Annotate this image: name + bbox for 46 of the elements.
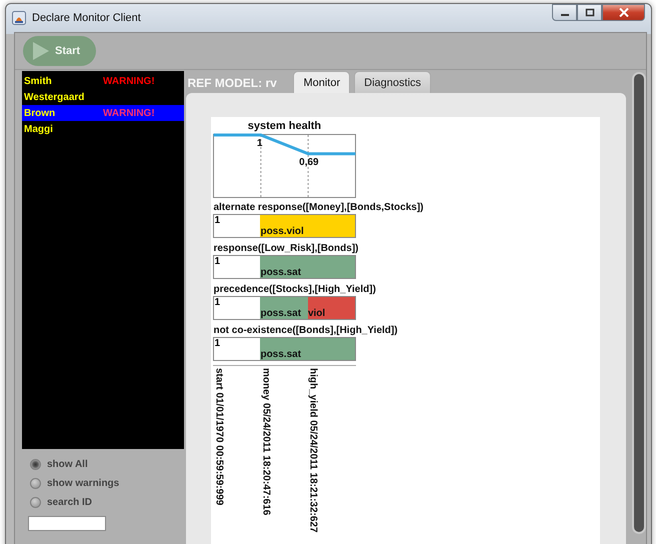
constraint-name: alternate response([Money],[Bonds,Stocks]) <box>213 201 425 214</box>
tab[interactable]: Monitor <box>293 71 350 93</box>
state-label: poss.sat <box>260 349 302 360</box>
search-field[interactable] <box>28 516 106 531</box>
client-row[interactable]: Maggi <box>22 121 184 137</box>
maximize-icon <box>584 8 594 17</box>
close-icon <box>618 8 628 17</box>
client-name: Maggi <box>24 124 54 134</box>
event-label: money 05/24/2011 18:20:47:616 <box>260 368 272 516</box>
state-label: poss.sat <box>260 267 302 278</box>
event-label: high_yield 05/24/2011 18:21:32:627 <box>307 368 318 533</box>
radio-label: show All <box>47 458 88 470</box>
client-name: Westergaard <box>24 92 86 102</box>
play-icon <box>33 42 49 60</box>
radio-label: show warnings <box>47 478 120 488</box>
radio-button[interactable] <box>30 458 41 470</box>
grid-line <box>308 134 310 198</box>
state-label: viol <box>308 308 326 319</box>
client-name: Brown <box>24 108 56 118</box>
minimize-button[interactable] <box>552 4 577 21</box>
tab[interactable]: Diagnostics <box>354 71 432 93</box>
ref-model-label: REF MODEL: rv <box>186 76 278 90</box>
chart-title: system health <box>246 120 322 133</box>
client-row[interactable]: Brown WARNING! <box>22 105 184 121</box>
close-button[interactable] <box>602 4 645 21</box>
scrollbar[interactable] <box>632 72 646 534</box>
warning-label: WARNING! <box>103 108 155 118</box>
radio-label: search ID <box>47 496 92 508</box>
value-label: 0,69 <box>300 156 320 168</box>
maximize-button[interactable] <box>577 4 602 21</box>
event-label: start 01/01/1970 00:59:59:999 <box>213 368 224 506</box>
client-row[interactable]: Westergaard <box>22 89 184 105</box>
radio-button[interactable] <box>30 496 41 508</box>
state-label: poss.sat <box>260 308 302 319</box>
radio-button[interactable] <box>30 478 41 488</box>
warning-label: WARNING! <box>103 76 155 86</box>
value-label: 1 <box>257 138 263 149</box>
state-label: poss.viol <box>260 226 304 237</box>
client-name: Smith <box>24 76 53 86</box>
constraint-name: response([Low_Risk],[Bonds]) <box>213 242 360 255</box>
client-row[interactable]: Smith WARNING! <box>22 73 184 89</box>
grid-line <box>260 134 262 198</box>
constraint-name: not co-existence([Bonds],[High_Yield]) <box>213 324 399 337</box>
app-icon <box>12 11 26 25</box>
constraint-name: precedence([Stocks],[High_Yield]) <box>213 283 377 296</box>
window-title: Declare Monitor Client <box>32 12 142 24</box>
